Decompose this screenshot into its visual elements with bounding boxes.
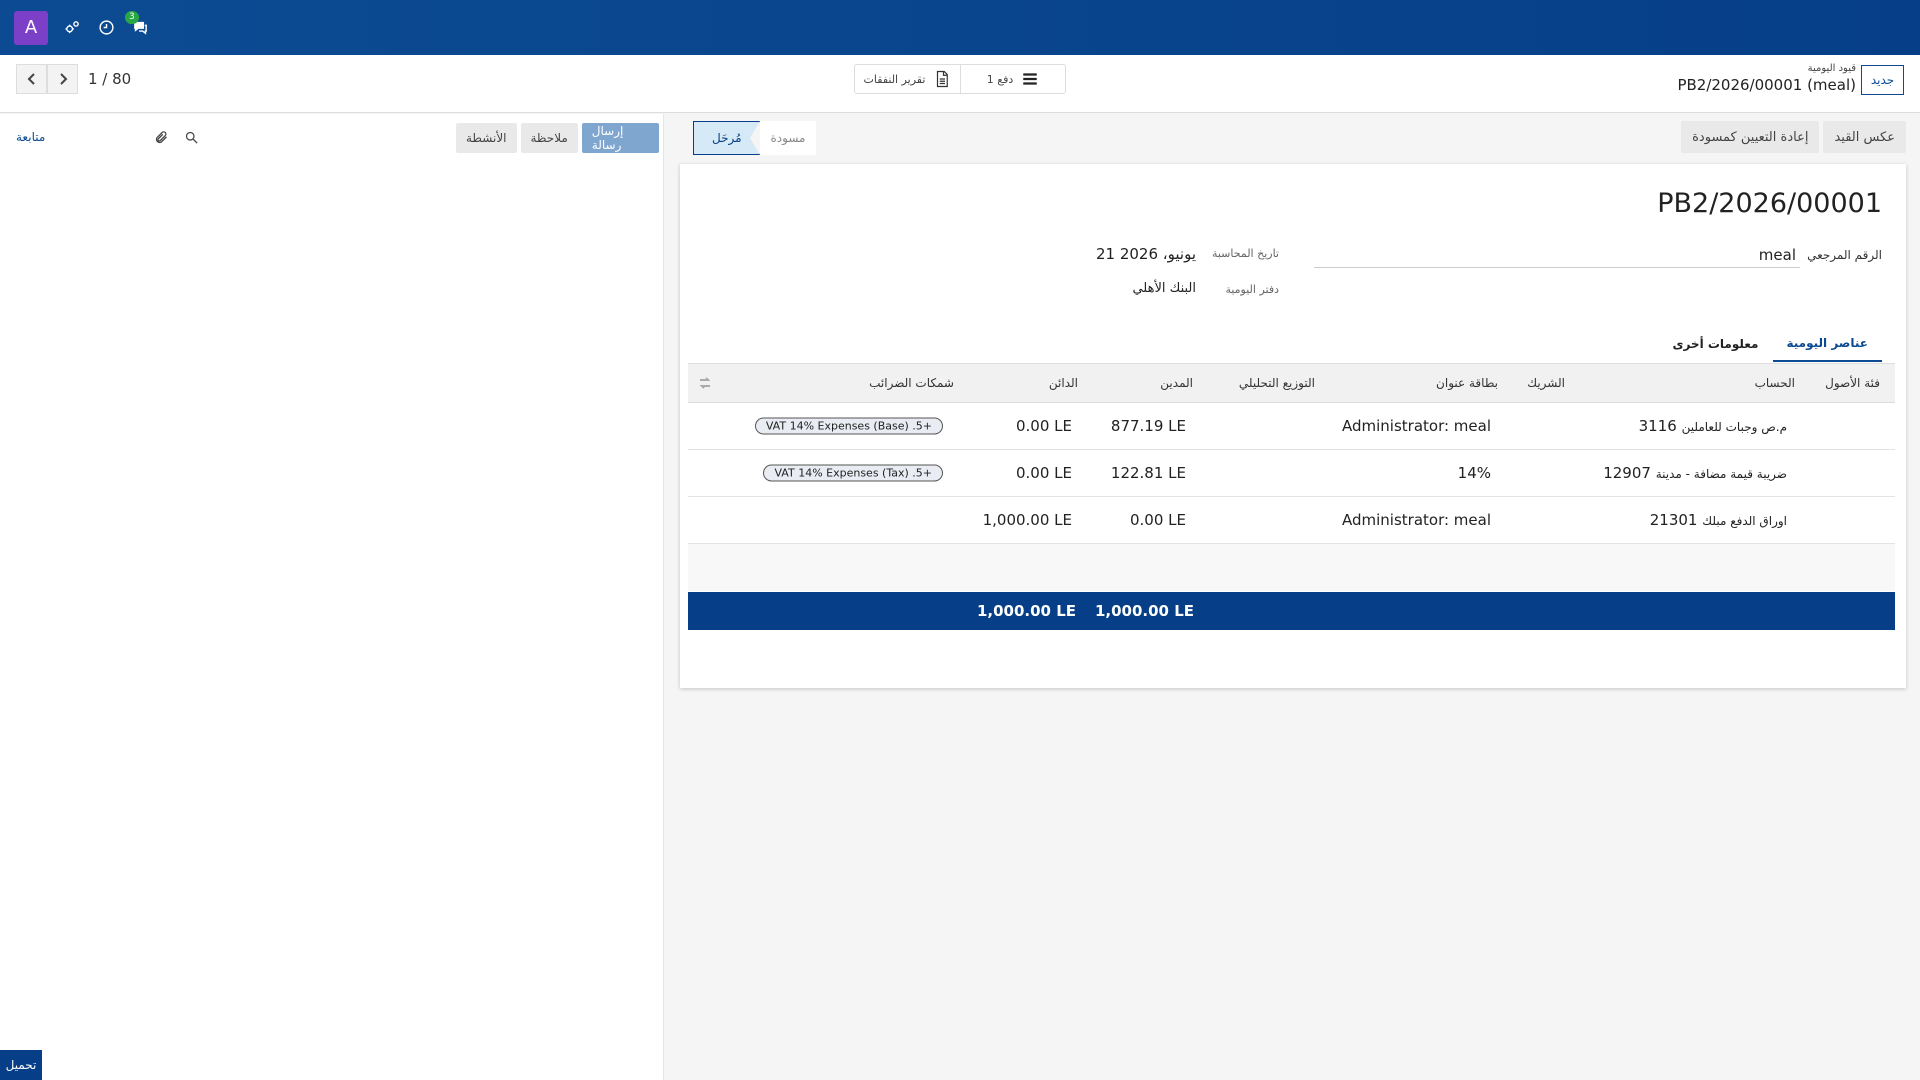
- total-debit: 1,000.00 LE: [1094, 602, 1194, 620]
- clock-icon[interactable]: [96, 18, 116, 38]
- upload-button[interactable]: تحميل: [0, 1050, 42, 1080]
- tax-tag: VAT 14% Expenses (Base) .5+: [754, 417, 943, 435]
- account-cell: 12907 ضريبة قيمة مضافة - مدينة: [1603, 464, 1787, 482]
- header-credit[interactable]: الدائن: [1049, 376, 1078, 390]
- document-title: PB2/2026/00001: [1657, 188, 1882, 219]
- chevron-right-icon: [59, 73, 67, 85]
- debit-cell: 122.81 LE: [1110, 464, 1186, 482]
- journal-label: دفتر اليومية: [1225, 283, 1279, 296]
- payment-label: دفع 1: [986, 72, 1014, 86]
- send-message-button[interactable]: إرسال رسالة: [581, 123, 659, 153]
- account-cell: 3116 م.ص وجبات للعاملين: [1638, 417, 1787, 435]
- status-draft[interactable]: مسودة: [760, 121, 816, 155]
- log-note-button[interactable]: ملاحظة: [520, 123, 578, 153]
- header-asset-category[interactable]: فئة الأصول: [1825, 376, 1880, 390]
- pager-previous-button[interactable]: [16, 64, 47, 94]
- activities-button[interactable]: الأنشطة: [456, 123, 517, 153]
- status-widget: مُرحَل مسودة: [693, 121, 816, 155]
- form-area: مُرحَل مسودة إعادة التعيين كمسودة عكس ال…: [665, 114, 1920, 1080]
- table-row[interactable]: 12907 ضريبة قيمة مضافة - مدينة 14% 122.8…: [688, 450, 1895, 497]
- top-navbar: A 3: [0, 0, 1920, 55]
- bars-icon: [1023, 73, 1037, 85]
- smart-buttons: تقرير النفقات دفع 1: [854, 64, 1066, 94]
- settings-icon[interactable]: [62, 18, 82, 38]
- pager-value[interactable]: 1 / 80: [88, 70, 131, 88]
- messages-badge: 3: [125, 10, 139, 24]
- debit-cell: 877.19 LE: [1110, 417, 1186, 435]
- credit-cell: 0.00 LE: [1015, 464, 1072, 482]
- reference-label: الرقم المرجعي: [1807, 248, 1882, 262]
- accounting-date-label: تاريخ المحاسبة: [1211, 247, 1279, 260]
- header-label[interactable]: بطاقة عنوان: [1436, 376, 1498, 390]
- breadcrumb: قيود اليومية PB2/2026/00001 (meal): [1677, 63, 1856, 94]
- credit-cell: 0.00 LE: [1015, 417, 1072, 435]
- optional-columns-icon[interactable]: [698, 376, 712, 390]
- chatter-toolbar: متابعة الأنشطة ملاحظة إرسال رسالة: [0, 114, 663, 162]
- reference-field[interactable]: meal: [1314, 244, 1800, 268]
- expense-report-button[interactable]: تقرير النفقات: [855, 65, 961, 93]
- pager-next-button[interactable]: [47, 64, 78, 94]
- label-cell: 14%: [1457, 464, 1491, 482]
- tab-journal-items[interactable]: عناصر اليومية: [1772, 326, 1882, 362]
- expense-report-label: تقرير النفقات: [863, 72, 926, 86]
- tax-tag: VAT 14% Expenses (Tax) .5+: [763, 464, 943, 482]
- form-sheet: PB2/2026/00001 الرقم المرجعي meal تاريخ …: [680, 164, 1906, 688]
- control-panel: 1 / 80 تقرير النفقات دفع 1 قيود اليومية …: [0, 55, 1920, 113]
- breadcrumb-title: PB2/2026/00001 (meal): [1677, 76, 1856, 94]
- breadcrumb-parent[interactable]: قيود اليومية: [1677, 63, 1856, 74]
- table-empty-row: [688, 544, 1895, 591]
- total-credit: 1,000.00 LE: [976, 602, 1076, 620]
- table-totals-row: 1,000.00 LE 1,000.00 LE: [688, 592, 1895, 630]
- reset-to-draft-button[interactable]: إعادة التعيين كمسودة: [1681, 121, 1820, 153]
- label-cell: Administrator: meal: [1341, 417, 1491, 435]
- header-taxes[interactable]: شمكات الضرائب: [869, 376, 954, 390]
- label-cell: Administrator: meal: [1341, 511, 1491, 529]
- credit-cell: 1,000.00 LE: [982, 511, 1072, 529]
- table-row[interactable]: 3116 م.ص وجبات للعاملين Administrator: m…: [688, 403, 1895, 450]
- header-analytic[interactable]: التوزيع التحليلي: [1239, 376, 1315, 390]
- pager: 1 / 80: [16, 64, 131, 94]
- tab-other-info[interactable]: معلومات أخرى: [1658, 326, 1772, 362]
- status-bar: مُرحَل مسودة إعادة التعيين كمسودة عكس ال…: [679, 121, 1906, 155]
- accounting-date-value[interactable]: 21 يونيو، 2026: [1096, 245, 1196, 263]
- header-partner[interactable]: الشريك: [1527, 376, 1565, 390]
- notebook-tabs: عناصر اليومية معلومات أخرى: [1658, 326, 1882, 362]
- new-button[interactable]: جديد: [1861, 65, 1904, 95]
- header-debit[interactable]: المدين: [1160, 376, 1193, 390]
- search-icon[interactable]: [182, 128, 200, 146]
- attachment-icon[interactable]: [152, 128, 170, 146]
- reverse-entry-button[interactable]: عكس القيد: [1823, 121, 1906, 153]
- user-avatar[interactable]: A: [14, 10, 48, 45]
- debit-cell: 0.00 LE: [1129, 511, 1186, 529]
- document-icon: [937, 70, 949, 88]
- journal-items-table: فئة الأصول الحساب الشريك بطاقة عنوان الت…: [688, 363, 1895, 630]
- table-header: فئة الأصول الحساب الشريك بطاقة عنوان الت…: [688, 363, 1895, 403]
- chat-icon[interactable]: 3: [125, 10, 150, 38]
- chevron-left-icon: [27, 73, 35, 85]
- chatter-panel: متابعة الأنشطة ملاحظة إرسال رسالة تحميل: [0, 114, 664, 1080]
- follow-button[interactable]: متابعة: [16, 130, 45, 144]
- table-row[interactable]: 21301 اوراق الدفع مبلك Administrator: me…: [688, 497, 1895, 544]
- journal-value[interactable]: البنك الأهلي: [1132, 281, 1196, 296]
- payment-button[interactable]: دفع 1: [961, 65, 1065, 93]
- status-posted[interactable]: مُرحَل: [693, 121, 760, 155]
- header-account[interactable]: الحساب: [1755, 376, 1795, 390]
- account-cell: 21301 اوراق الدفع مبلك: [1649, 511, 1787, 529]
